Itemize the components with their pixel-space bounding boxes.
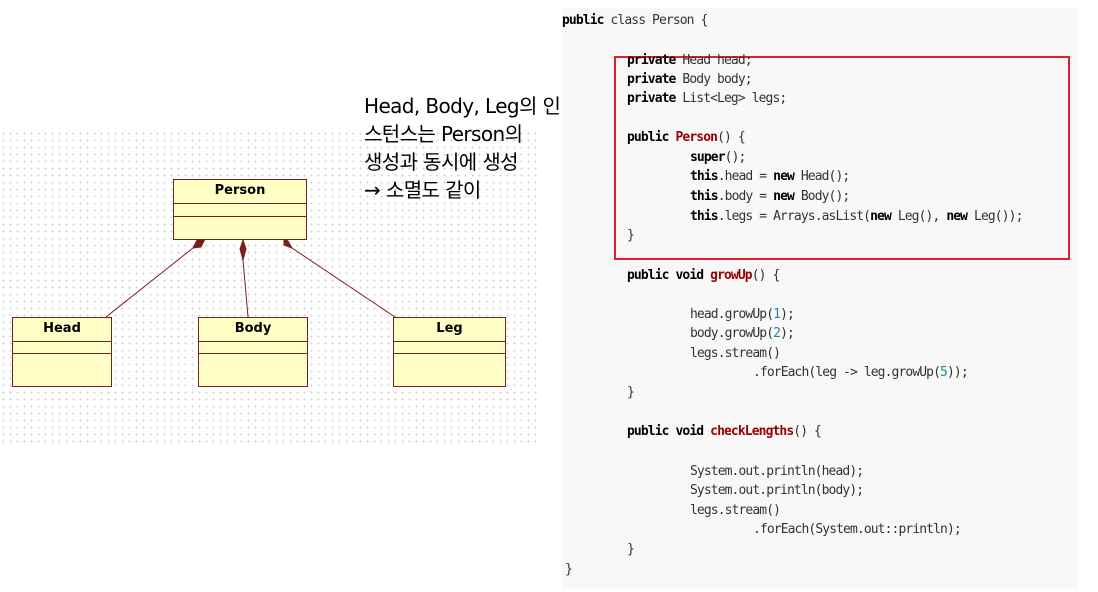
uml-class-name: Body [199,318,307,342]
code-token: Body body; [675,72,752,87]
code-token: 5 [940,365,948,380]
uml-operations-section [13,354,111,386]
code-token: legs.stream() [690,346,781,361]
code-token: private [627,53,676,68]
annotation-line: 스턴스는 Person의 [364,122,523,146]
code-line: public void growUp() { [627,267,781,285]
code-token: new [773,169,795,184]
code-token: System.out.println(body); [690,483,864,498]
code-token: List<Leg> legs; [675,91,787,106]
code-token: void [675,424,705,439]
code-token: growUp [710,268,752,283]
code-line: legs.stream() [690,502,781,520]
code-token: } [627,385,635,400]
code-line: .forEach(leg -> leg.growUp(5)); [753,364,969,382]
code-token: Leg()); [967,209,1023,224]
uml-attributes-section [174,204,306,217]
uml-class-body: Body [198,317,308,387]
code-line: public class Person { [562,12,708,30]
code-line: public void checkLengths() { [627,423,822,441]
annotation-line: 생성과 동시에 생성 [364,150,519,174]
code-token: Leg(), [890,209,947,224]
code-token: super [690,150,726,165]
code-line: legs.stream() [690,345,781,363]
code-token: this [690,169,719,184]
code-line: } [627,541,635,559]
code-token: .forEach(System.out::println); [753,522,962,537]
code-token: Body(); [793,189,850,204]
uml-class-name: Leg [394,318,505,342]
code-line: System.out.println(body); [690,482,864,500]
code-token: } [627,228,635,243]
code-line: head.growUp(1); [690,306,795,324]
uml-attributes-section [13,342,111,354]
code-line: this.legs = Arrays.asList(new Leg(), new… [690,208,1023,226]
code-token: .forEach(leg -> leg.growUp( [753,365,941,380]
uml-operations-section [174,217,306,239]
annotation-line: Head, Body, Leg의 인 [364,94,561,118]
code-line: } [627,227,635,245]
code-token: head.growUp( [690,307,774,322]
code-token: () { [793,424,822,439]
code-line: public Person() { [627,129,746,147]
uml-attributes-section [199,342,307,354]
code-token: this [690,209,719,224]
uml-class-name: Head [13,318,111,342]
code-token: checkLengths [710,424,794,439]
code-token: } [565,562,573,577]
code-token: () { [751,268,781,283]
code-token: public [627,268,669,283]
code-token: () { [717,130,746,145]
code-token: public [627,424,669,439]
code-line: private List<Leg> legs; [627,90,787,108]
code-line: this.body = new Body(); [690,188,850,206]
code-token: public [562,13,604,28]
code-token: .legs = Arrays.asList( [717,209,871,224]
code-token: ); [780,326,795,341]
code-token: class Person { [603,13,708,28]
code-token: )); [946,365,969,380]
code-line: private Body body; [627,71,753,89]
code-token: void [675,268,705,283]
annotation-text: Head, Body, Leg의 인 스턴스는 Person의 생성과 동시에 … [364,92,564,204]
uml-class-person: Person [173,179,307,240]
uml-class-name: Person [174,180,306,204]
code-token: public [627,130,669,145]
code-token: Person [675,130,718,145]
uml-operations-section [199,354,307,386]
code-token: this [690,189,719,204]
code-line: } [565,561,573,579]
code-line: super(); [690,149,747,167]
code-token: private [627,72,676,87]
code-token: (); [724,150,747,165]
code-token: Head(); [793,169,850,184]
uml-class-head: Head [12,317,112,387]
uml-attributes-section [394,342,505,354]
code-token: ); [780,307,795,322]
uml-operations-section [394,354,505,386]
code-token: Head head; [675,53,752,68]
code-token: } [627,542,635,557]
code-token: .body = [717,189,774,204]
code-token: body.growUp( [690,326,774,341]
code-token: new [773,189,795,204]
code-line: .forEach(System.out::println); [753,521,962,539]
code-line: private Head head; [627,52,753,70]
code-token: System.out.println(head); [690,464,864,479]
code-line: } [627,384,635,402]
code-line: body.growUp(2); [690,325,795,343]
code-token: legs.stream() [690,503,781,518]
code-token: new [946,209,968,224]
code-token: .head = [717,169,774,184]
code-line: this.head = new Head(); [690,168,850,186]
code-token: private [627,91,676,106]
uml-class-leg: Leg [393,317,506,387]
code-token: new [870,209,892,224]
code-line: System.out.println(head); [690,463,864,481]
annotation-line: → 소멸도 같이 [364,178,481,202]
